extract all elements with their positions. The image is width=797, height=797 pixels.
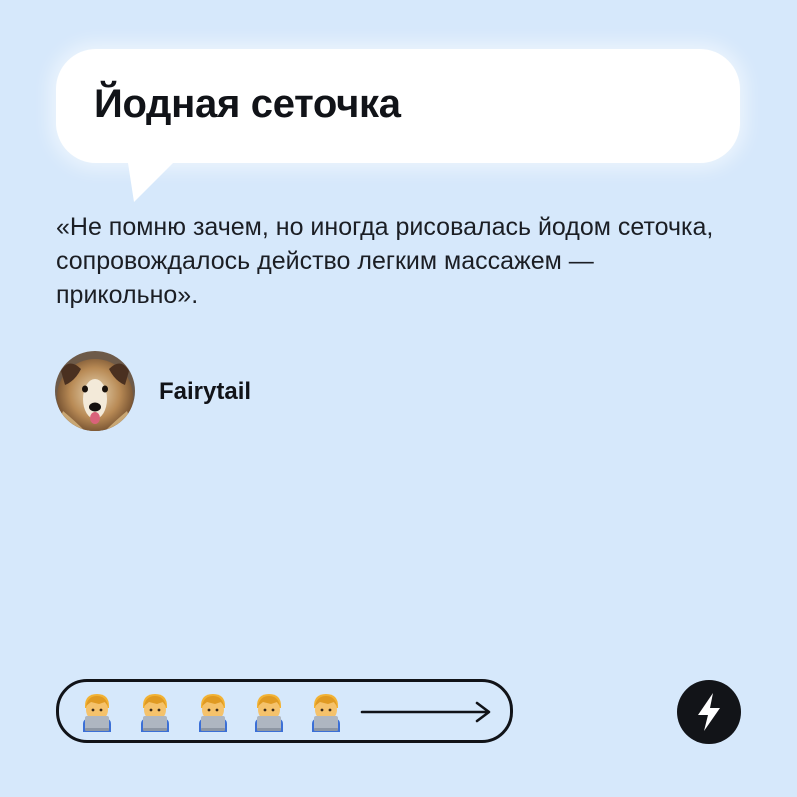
technologist-emoji (83, 694, 111, 732)
technologist-emoji (312, 694, 340, 732)
quote-text: «Не помню зачем, но иногда рисовалась йо… (56, 213, 714, 309)
bubble-tail (126, 150, 186, 202)
author-name: Fairytail (159, 378, 252, 405)
technologist-emoji (141, 694, 169, 732)
lightning-bolt-icon (698, 693, 720, 731)
avatar (55, 351, 135, 431)
right-arrow-icon[interactable] (360, 701, 494, 723)
brand-logo (677, 680, 741, 744)
collie-dog-avatar (55, 351, 135, 431)
technologist-emoji (255, 694, 283, 732)
story-card: Йодная сеточка «Не помню зачем, но иногд… (0, 0, 797, 797)
technologist-emoji (199, 694, 227, 732)
page-title: Йодная сеточка (94, 82, 401, 126)
progress-pill (56, 679, 513, 743)
